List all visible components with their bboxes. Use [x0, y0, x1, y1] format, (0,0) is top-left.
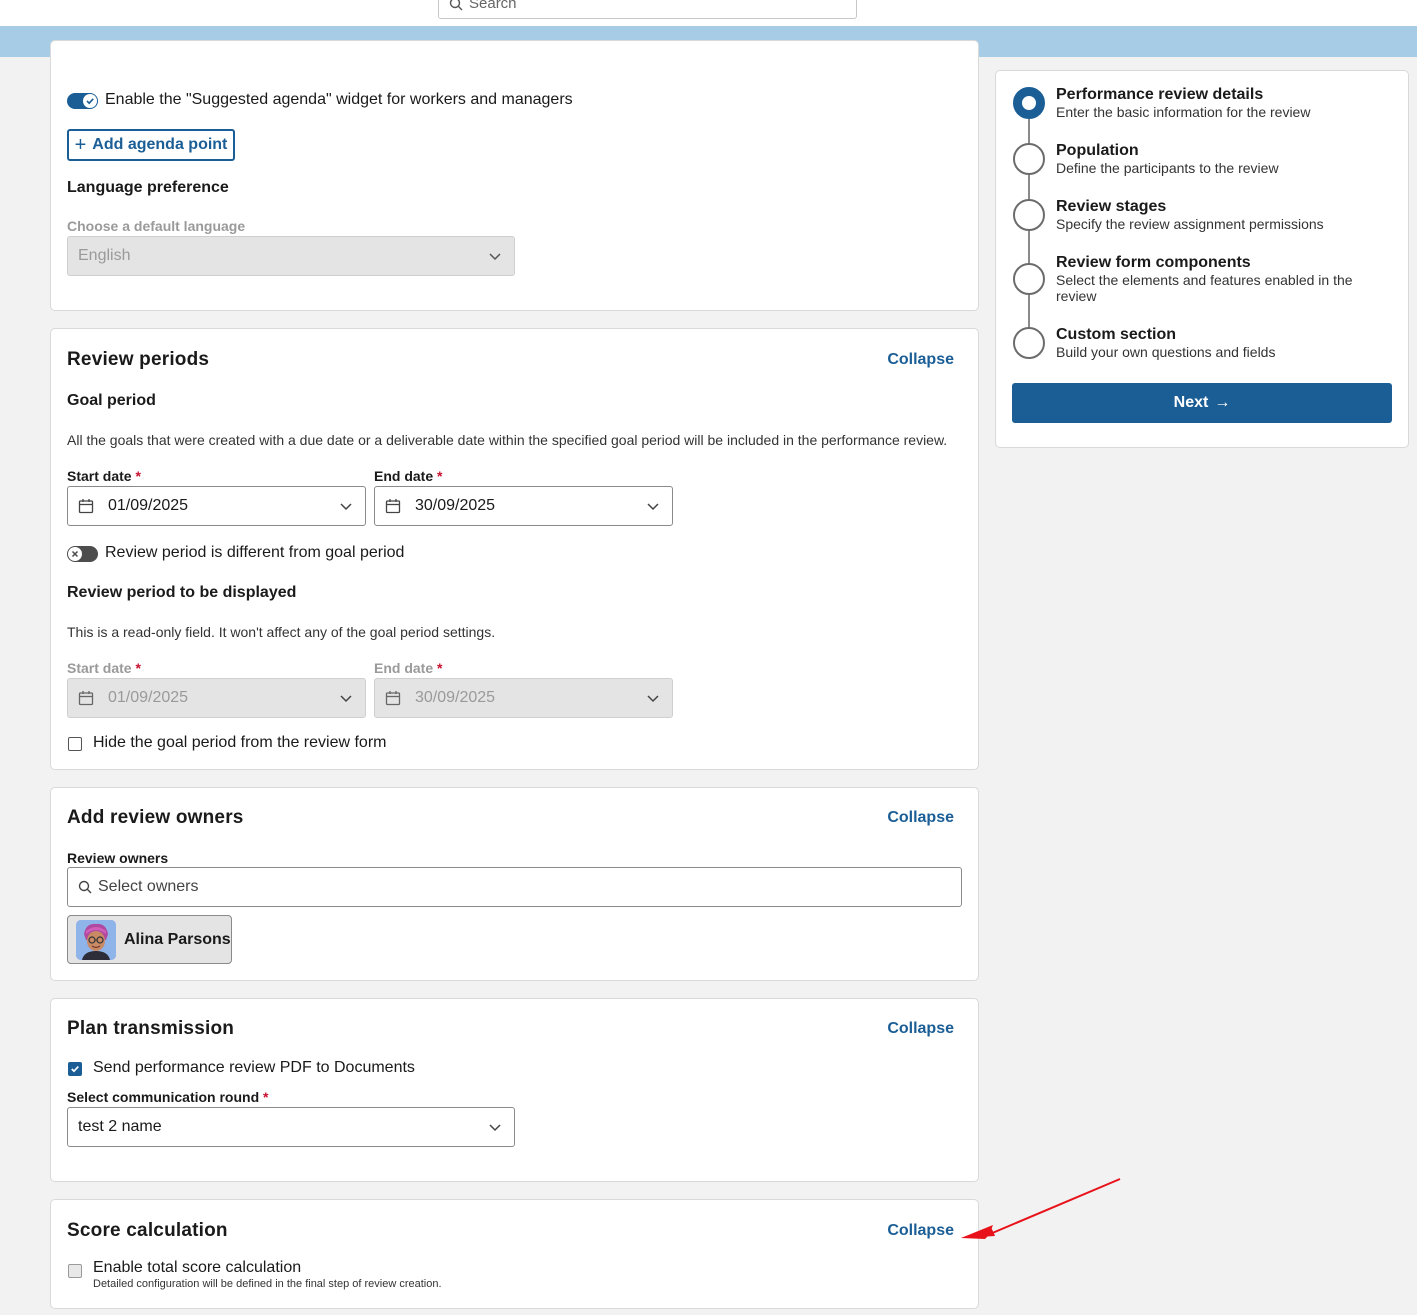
language-label: Choose a default language — [67, 218, 246, 234]
step-4-description: Select the elements and features enabled… — [1056, 272, 1353, 304]
next-button[interactable]: Next → — [1012, 383, 1392, 423]
plan-transmission-collapse-link[interactable]: Collapse — [887, 1020, 954, 1038]
step-5-title[interactable]: Custom section — [1056, 326, 1176, 344]
global-search-input[interactable]: Search — [438, 0, 857, 19]
chevron-down-icon — [489, 253, 501, 261]
review-owners-card: Add review owners Collapse Review owners… — [50, 787, 979, 981]
review-period-display-description: This is a read-only field. It won't affe… — [67, 624, 496, 640]
step-2-indicator[interactable] — [1013, 143, 1045, 175]
step-3-indicator[interactable] — [1013, 199, 1045, 231]
step-5-description: Build your own questions and fields — [1056, 344, 1276, 360]
chevron-down-icon — [340, 695, 352, 703]
language-value: English — [78, 247, 131, 264]
score-calculation-card: Score calculation Collapse Enable total … — [50, 1199, 979, 1309]
send-pdf-checkbox[interactable] — [68, 1062, 82, 1076]
step-2-description: Define the participants to the review — [1056, 160, 1279, 176]
plus-icon: + — [74, 134, 87, 156]
goal-start-date-picker[interactable]: 01/09/2025 — [67, 486, 366, 526]
review-periods-title: Review periods — [67, 349, 210, 370]
arrow-right-icon: → — [1214, 394, 1231, 411]
review-owners-collapse-link[interactable]: Collapse — [887, 809, 954, 827]
review-periods-card: Review periods Collapse Goal period All … — [50, 328, 979, 770]
hide-goal-period-checkbox[interactable] — [68, 737, 82, 751]
language-title: Language preference — [67, 179, 229, 196]
chevron-down-icon — [340, 503, 352, 511]
suggested-agenda-label: Enable the "Suggested agenda" widget for… — [105, 91, 573, 108]
display-end-date-value: 30/09/2025 — [415, 689, 496, 706]
step-1-title[interactable]: Performance review details — [1056, 86, 1263, 104]
goal-start-date-value: 01/09/2025 — [108, 497, 189, 514]
chevron-down-icon — [647, 503, 659, 511]
display-start-date-value: 01/09/2025 — [108, 689, 189, 706]
hide-goal-period-label: Hide the goal period from the review for… — [93, 734, 387, 751]
review-period-different-toggle[interactable] — [67, 546, 98, 562]
owner-chip[interactable]: Alina Parsons — [67, 915, 232, 964]
display-end-label: End date * — [374, 660, 443, 676]
chevron-down-icon — [647, 695, 659, 703]
display-end-date-picker: 30/09/2025 — [374, 678, 673, 718]
calendar-icon — [78, 690, 94, 706]
step-4-indicator[interactable] — [1013, 263, 1045, 295]
review-period-different-label: Review period is different from goal per… — [105, 544, 405, 561]
add-agenda-point-button[interactable]: + Add agenda point — [67, 129, 235, 161]
global-search-placeholder: Search — [469, 0, 517, 12]
calendar-icon — [385, 690, 401, 706]
next-button-label: Next — [1173, 394, 1209, 411]
goal-end-label: End date * — [374, 468, 443, 484]
top-bar: Search — [0, 0, 1417, 26]
check-icon — [71, 1066, 79, 1073]
step-5-indicator[interactable] — [1013, 327, 1045, 359]
plan-transmission-title: Plan transmission — [67, 1018, 235, 1039]
review-owners-title: Add review owners — [67, 807, 244, 828]
goal-end-date-value: 30/09/2025 — [415, 497, 496, 514]
check-icon — [86, 98, 94, 105]
score-calculation-collapse-link[interactable]: Collapse — [887, 1222, 954, 1240]
review-period-display-title: Review period to be displayed — [67, 584, 297, 601]
calendar-icon — [385, 498, 401, 514]
total-score-checkbox[interactable] — [68, 1264, 82, 1278]
step-1-indicator[interactable] — [1013, 87, 1045, 119]
review-owners-label: Review owners — [67, 850, 169, 866]
add-agenda-point-label: Add agenda point — [92, 136, 228, 153]
search-icon — [78, 880, 92, 894]
display-start-label: Start date * — [67, 660, 141, 676]
communication-round-value: test 2 name — [78, 1118, 162, 1135]
step-1-description: Enter the basic information for the revi… — [1056, 104, 1311, 120]
goal-start-label: Start date * — [67, 468, 141, 484]
step-3-title[interactable]: Review stages — [1056, 198, 1166, 216]
select-owners-placeholder: Select owners — [98, 878, 199, 895]
plan-transmission-card: Plan transmission Collapse Send performa… — [50, 998, 979, 1182]
suggested-agenda-toggle[interactable] — [67, 93, 98, 109]
stepper-panel: Performance review details Enter the bas… — [995, 70, 1409, 448]
total-score-description: Detailed configuration will be defined i… — [93, 1278, 442, 1290]
goal-period-description: All the goals that were created with a d… — [67, 432, 948, 448]
agenda-card: Enable the "Suggested agenda" widget for… — [50, 40, 979, 311]
communication-round-label: Select communication round * — [67, 1089, 269, 1105]
step-3-description: Specify the review assignment permission… — [1056, 216, 1324, 232]
x-icon — [71, 550, 79, 558]
score-calculation-title: Score calculation — [67, 1220, 228, 1241]
total-score-label: Enable total score calculation — [93, 1259, 302, 1276]
step-4-title[interactable]: Review form components — [1056, 254, 1251, 272]
communication-round-select[interactable]: test 2 name — [67, 1107, 515, 1147]
goal-period-title: Goal period — [67, 392, 156, 409]
review-periods-collapse-link[interactable]: Collapse — [887, 351, 954, 369]
annotation-arrow-icon — [961, 1178, 1121, 1239]
step-2-title[interactable]: Population — [1056, 142, 1139, 160]
send-pdf-label: Send performance review PDF to Documents — [93, 1059, 415, 1076]
display-start-date-picker: 01/09/2025 — [67, 678, 366, 718]
owner-chip-name: Alina Parsons — [124, 930, 231, 948]
language-select[interactable]: English — [67, 236, 515, 276]
search-icon — [449, 0, 463, 10]
avatar — [76, 919, 116, 960]
select-owners-input[interactable]: Select owners — [67, 867, 962, 907]
calendar-icon — [78, 498, 94, 514]
chevron-down-icon — [489, 1124, 501, 1132]
goal-end-date-picker[interactable]: 30/09/2025 — [374, 486, 673, 526]
